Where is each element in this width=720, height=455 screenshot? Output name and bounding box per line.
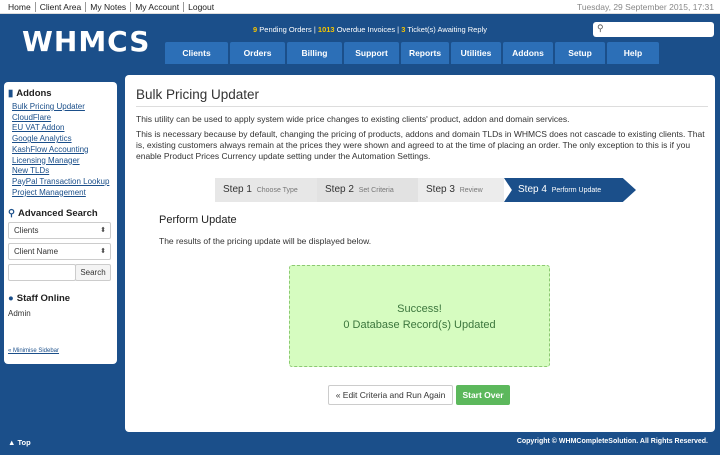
pending-orders-count[interactable]: 9 — [253, 25, 257, 34]
success-heading: Success! — [397, 303, 442, 315]
logout-link[interactable]: Logout — [184, 2, 218, 12]
client-area-link[interactable]: Client Area — [36, 2, 87, 12]
nav-utilities[interactable]: Utilities — [451, 42, 501, 64]
alerts-bar: 9 Pending Orders | 1013 Overdue Invoices… — [253, 25, 487, 34]
main-nav: Clients Orders Billing Support Reports U… — [165, 42, 661, 64]
start-over-button[interactable]: Start Over — [456, 385, 510, 405]
user-icon: ● — [8, 293, 14, 304]
addon-link[interactable]: CloudFlare — [12, 113, 109, 124]
step-1: Step 1 Choose Type — [215, 178, 317, 202]
search-icon: ⚲ — [597, 23, 604, 33]
addon-link[interactable]: Licensing Manager — [12, 156, 109, 167]
back-to-top-link[interactable]: ▲ Top — [8, 438, 31, 447]
addons-title: ▮ Addons — [8, 88, 52, 99]
steps-wizard: Step 1 Choose Type Step 2 Set Criteria S… — [215, 178, 636, 202]
top-bar: Home Client Area My Notes My Account Log… — [0, 0, 720, 14]
addon-link[interactable]: Bulk Pricing Updater — [12, 102, 109, 113]
home-link[interactable]: Home — [4, 2, 36, 12]
my-notes-link[interactable]: My Notes — [86, 2, 132, 12]
nav-clients[interactable]: Clients — [165, 42, 228, 64]
addon-links: Bulk Pricing Updater CloudFlare EU VAT A… — [12, 102, 109, 198]
search-input[interactable]: ⚲ — [593, 22, 714, 37]
addon-link[interactable]: PayPal Transaction Lookup — [12, 177, 109, 188]
sidebar: ▮ Addons Bulk Pricing Updater CloudFlare … — [4, 82, 117, 364]
step-2: Step 2 Set Criteria — [317, 178, 418, 202]
records-updated-text: 0 Database Record(s) Updated — [343, 319, 496, 331]
addon-link[interactable]: Google Analytics — [12, 134, 109, 145]
step-3: Step 3 Review — [418, 178, 504, 202]
edit-criteria-button[interactable]: « Edit Criteria and Run Again — [328, 385, 453, 405]
title-divider — [136, 106, 708, 107]
overdue-label[interactable]: Overdue Invoices — [337, 25, 395, 34]
nav-setup[interactable]: Setup — [555, 42, 605, 64]
staff-name: Admin — [8, 309, 31, 318]
copyright-text: Copyright © WHMCompleteSolution. All Rig… — [516, 438, 708, 445]
section-description: The results of the pricing update will b… — [159, 236, 372, 246]
select-arrow-icon: ⬍ — [100, 227, 106, 234]
nav-orders[interactable]: Orders — [230, 42, 285, 64]
main-content: Bulk Pricing Updater This utility can be… — [125, 75, 715, 432]
logo-text: WHMCS — [22, 25, 151, 58]
pending-orders-label[interactable]: Pending Orders — [259, 25, 312, 34]
sidebar-search-button[interactable]: Search — [75, 264, 111, 281]
current-date: Tuesday, 29 September 2015, 17:31 — [576, 2, 714, 12]
tickets-label[interactable]: Ticket(s) Awaiting Reply — [407, 25, 487, 34]
tickets-count[interactable]: 3 — [401, 25, 405, 34]
success-box: Success! 0 Database Record(s) Updated — [289, 265, 550, 367]
whmcs-logo[interactable]: WHMCS — [22, 25, 150, 58]
search-field-select[interactable]: Client Name ⬍ — [8, 243, 111, 260]
nav-support[interactable]: Support — [344, 42, 399, 64]
section-title: Perform Update — [159, 214, 237, 226]
step-4-active: Step 4 Perform Update — [504, 178, 636, 202]
explanation-paragraph: This is necessary because by default, ch… — [136, 129, 705, 161]
sidebar-search-input[interactable] — [8, 264, 76, 281]
my-account-link[interactable]: My Account — [131, 2, 185, 12]
select-arrow-icon: ⬍ — [100, 248, 106, 255]
advanced-search-title: ⚲ Advanced Search — [8, 208, 98, 219]
staff-online-title: ● Staff Online — [8, 293, 71, 304]
search-icon: ⚲ — [8, 208, 15, 219]
addon-link[interactable]: KashFlow Accounting — [12, 145, 109, 156]
page-title: Bulk Pricing Updater — [136, 87, 260, 102]
intro-paragraph: This utility can be used to apply system… — [136, 114, 570, 124]
top-links: Home Client Area My Notes My Account Log… — [4, 2, 218, 12]
addon-link[interactable]: New TLDs — [12, 166, 109, 177]
addon-link[interactable]: EU VAT Addon — [12, 123, 109, 134]
search-type-select[interactable]: Clients ⬍ — [8, 222, 111, 239]
nav-help[interactable]: Help — [607, 42, 659, 64]
nav-billing[interactable]: Billing — [287, 42, 342, 64]
nav-addons[interactable]: Addons — [503, 42, 553, 64]
nav-reports[interactable]: Reports — [401, 42, 449, 64]
overdue-count[interactable]: 1013 — [318, 25, 335, 34]
minimise-sidebar-link[interactable]: « Minimise Sidebar — [8, 348, 59, 354]
addon-link[interactable]: Project Management — [12, 188, 109, 199]
addons-icon: ▮ — [8, 88, 14, 99]
header: WHMCS 9 Pending Orders | 1013 Overdue In… — [0, 14, 720, 66]
